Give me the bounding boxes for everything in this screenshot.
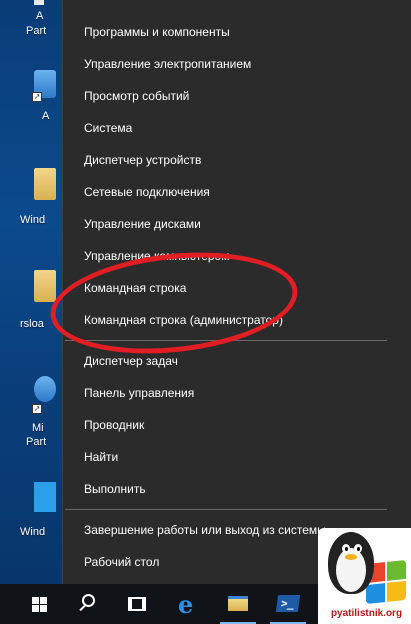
menu-item-programs-and-features[interactable]: Программы и компоненты [63,16,411,48]
menu-item-network-connections[interactable]: Сетевые подключения [63,176,411,208]
menu-item-disk-management[interactable]: Управление дисками [63,208,411,240]
desktop-icon-label: A [36,10,44,22]
watermark-text: pyatilistnik.org [330,608,403,619]
menu-item-power-options[interactable]: Управление электропитанием [63,48,411,80]
menu-item-computer-management[interactable]: Управление компьютером [63,240,411,272]
task-view-icon [128,597,146,611]
windows-start-icon [32,597,47,612]
menu-item-command-prompt-admin[interactable]: Командная строка (администратор) [63,304,411,336]
menu-item-label: Программы и компоненты [84,25,230,39]
search-button[interactable] [70,584,110,624]
menu-item-label: Найти [84,450,119,464]
menu-item-event-viewer[interactable]: Просмотр событий [63,80,411,112]
menu-item-control-panel[interactable]: Панель управления [63,377,411,409]
penguin-eye [354,544,362,553]
menu-item-label: Управление электропитанием [84,57,252,71]
shortcut-arrow-icon: ↗ [32,92,42,102]
desktop-icon-4[interactable]: rsloa [16,270,66,332]
menu-separator [65,340,387,341]
menu-item-label: Просмотр событий [84,89,190,103]
powershell-icon: >_ [275,595,301,612]
watermark-logo: pyatilistnik.org [318,528,411,624]
menu-item-system[interactable]: Система [63,112,411,144]
menu-item-label: Проводник [84,418,145,432]
edge-icon: e [178,590,194,619]
menu-item-label: Командная строка [84,281,187,295]
penguin-beak [345,554,357,560]
folder-icon [34,270,56,302]
search-icon [82,594,95,607]
powershell-button[interactable]: >_ [268,584,308,624]
windows-logo-icon [34,482,56,512]
menu-item-label: Панель управления [84,386,195,400]
menu-item-file-explorer[interactable]: Проводник [63,409,411,441]
menu-item-label: Рабочий стол [84,555,160,569]
desktop-icon-label: rsloa [20,318,44,330]
menu-item-task-manager[interactable]: Диспетчер задач [63,345,411,377]
menu-separator [65,509,387,510]
desktop-icon-label: Part [26,436,47,448]
file-explorer-icon [228,596,248,611]
menu-item-label: Диспетчер задач [84,354,178,368]
menu-item-label: Выполнить [84,482,146,496]
winx-context-menu: Программы и компоненты Управление электр… [62,0,411,584]
menu-item-label: Завершение работы или выход из системы [84,523,326,537]
menu-item-label: Управление дисками [84,217,201,231]
shortcut-arrow-icon: ↗ [32,404,42,414]
menu-item-search[interactable]: Найти [63,441,411,473]
menu-item-label: Управление компьютером [84,249,230,263]
penguin-eye [342,544,350,553]
desktop-icon-1[interactable]: A Part [16,4,66,38]
task-view-button[interactable] [118,584,158,624]
edge-button[interactable]: e [170,584,210,624]
desktop-icon-label: Mi [32,422,44,434]
menu-item-device-manager[interactable]: Диспетчер устройств [63,144,411,176]
application-icon [34,376,56,402]
folder-icon [34,168,56,200]
desktop-icon-label: Wind [20,214,46,226]
menu-item-run[interactable]: Выполнить [63,473,411,505]
desktop-icon-5[interactable]: ↗ Mi Part [16,376,66,452]
menu-item-label: Командная строка (администратор) [84,313,283,327]
menu-item-command-prompt[interactable]: Командная строка [63,272,411,304]
desktop-icon-label: A [42,110,50,122]
menu-item-label: Диспетчер устройств [84,153,202,167]
desktop-icon-label: Part [26,25,47,37]
desktop-icon-label: Wind [20,526,46,538]
file-explorer-button[interactable] [218,584,258,624]
desktop-icon-2[interactable]: ↗ A [16,70,66,126]
desktop-icon-6[interactable]: Wind [16,482,66,542]
menu-item-label: Сетевые подключения [84,185,210,199]
start-button[interactable] [20,584,60,624]
menu-item-label: Система [84,121,133,135]
desktop-icon-3[interactable]: Wind [16,168,66,230]
